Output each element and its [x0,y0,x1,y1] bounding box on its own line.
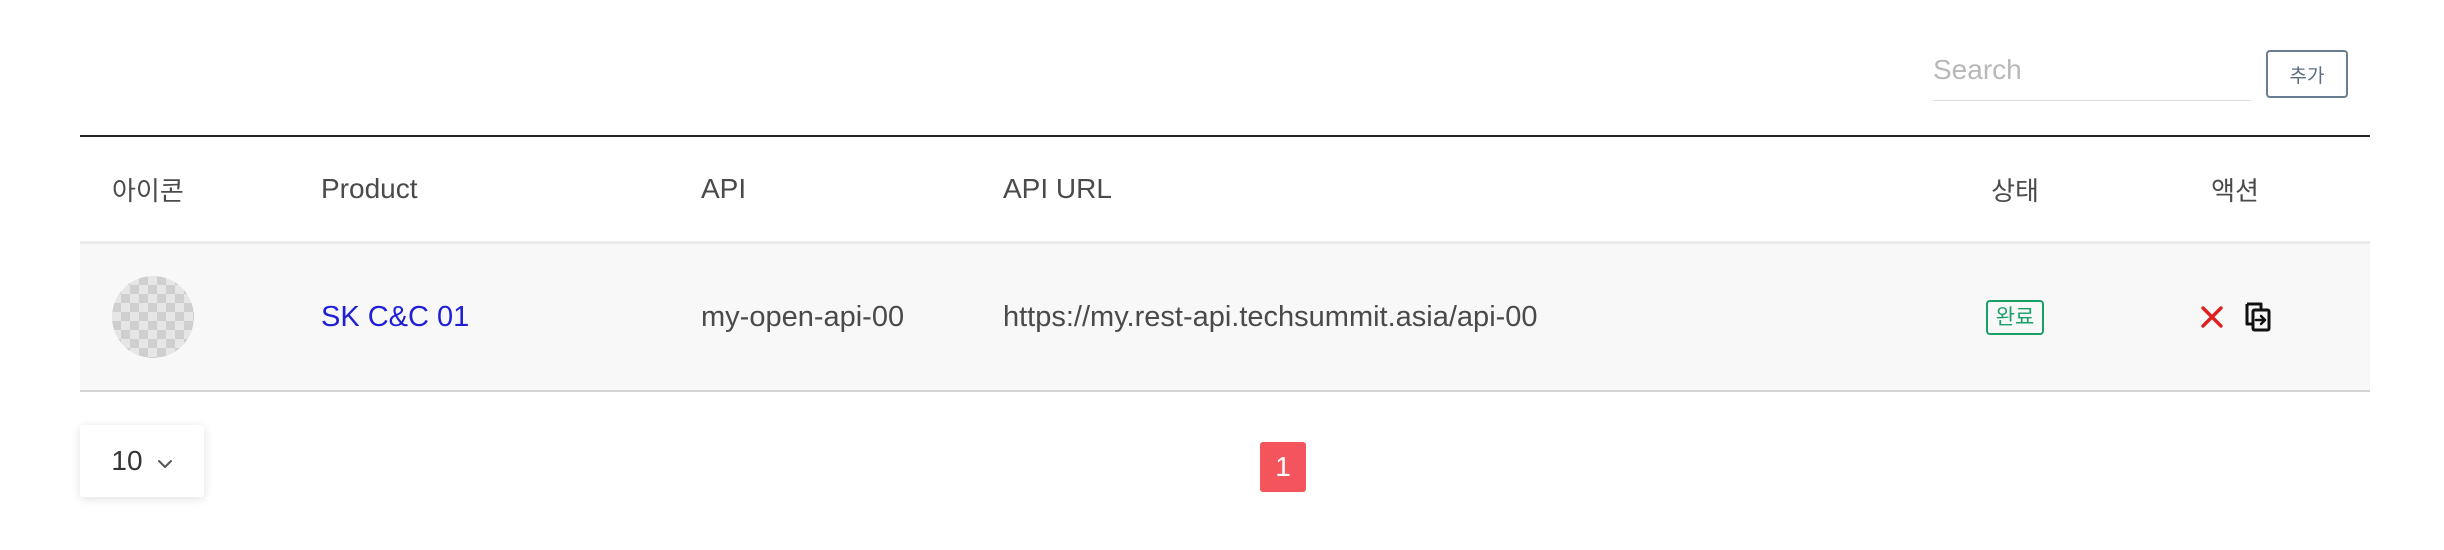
close-icon[interactable] [2195,300,2229,334]
action-cell [2160,244,2310,390]
avatar [112,276,194,358]
copy-icon[interactable] [2241,300,2275,334]
status-badge: 완료 [1985,299,2045,335]
api-table: 아이콘 Product API API URL 상태 액션 SK C&C 01 … [80,135,2370,392]
column-header-api: API [701,173,747,204]
search-field[interactable] [1933,48,2251,101]
add-button[interactable]: 추가 [2266,50,2348,98]
action-icons [2195,300,2275,334]
status-cell: 완료 [1960,244,2070,390]
pagination: 1 [1260,442,1306,492]
page-size-select[interactable]: 10 [80,425,204,497]
table-header: 아이콘 Product API API URL 상태 액션 [80,135,2370,244]
page-button-current[interactable]: 1 [1260,442,1306,492]
table-row: SK C&C 01 my-open-api-00 https://my.rest… [80,244,2370,392]
icon-cell [112,244,194,390]
api-url-cell: https://my.rest-api.techsummit.asia/api-… [1003,300,1538,333]
search-input[interactable] [1933,48,2251,92]
chevron-down-icon [157,445,173,477]
column-header-api-url: API URL [1003,173,1112,204]
column-header-product: Product [321,173,418,204]
column-header-status: 상태 [1991,176,2039,207]
column-header-icon: 아이콘 [112,176,184,207]
column-header-action: 액션 [2211,176,2259,207]
product-link[interactable]: SK C&C 01 [321,301,469,334]
api-cell: my-open-api-00 [701,300,905,333]
api-list-page: 추가 아이콘 Product API API URL 상태 액션 SK C&C … [0,0,2444,550]
product-cell: SK C&C 01 [321,244,469,390]
toolbar: 추가 [0,40,2444,106]
page-size-value: 10 [111,445,143,476]
